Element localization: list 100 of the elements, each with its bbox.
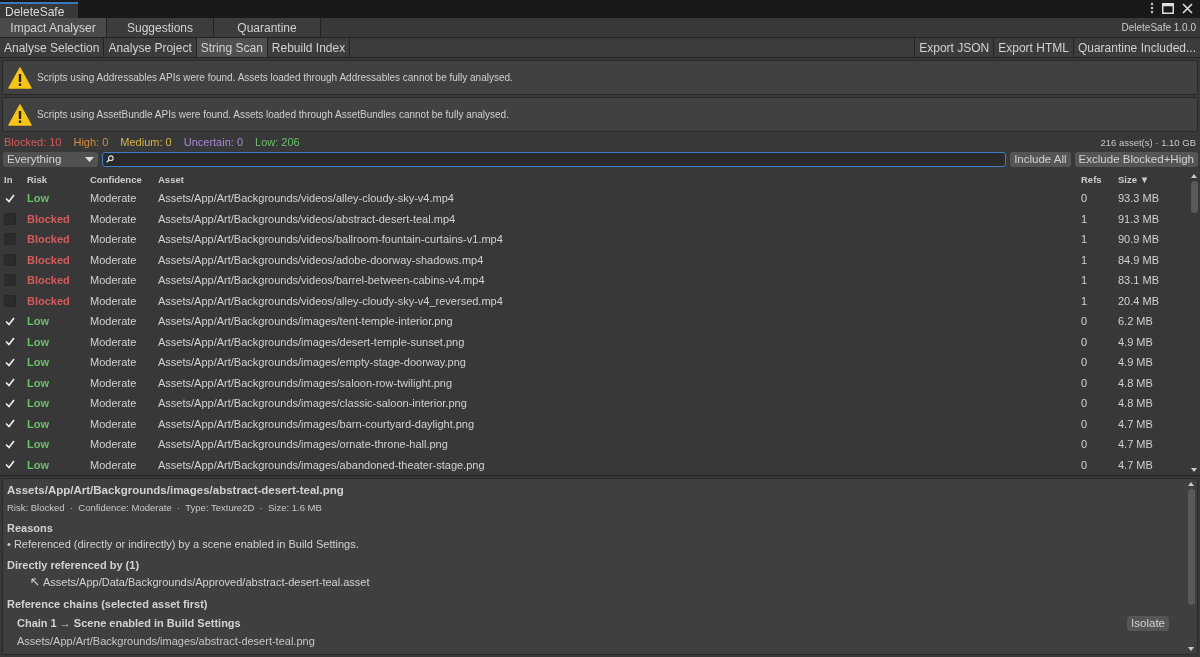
warning-icon <box>8 66 32 89</box>
size-cell-text: 90.9 MB <box>1118 233 1160 246</box>
size-cell-text: 4.9 MB <box>1118 356 1154 369</box>
warning-text: Scripts using Addressables APIs were found. Assets loaded through Addressables cannot be fully analysed. <box>37 72 513 83</box>
filter-button[interactable]: Include All <box>1010 151 1071 167</box>
chain-title: Chain 1 → Scene enabled in Build Settings <box>17 617 241 629</box>
scrollbar-thumb[interactable] <box>1190 181 1198 213</box>
asset-cell-text: Assets/App/Art/Backgrounds/videos/barrel-between-cabins-v4.mp4 <box>158 274 486 287</box>
risk-cell-text: Low <box>27 376 50 389</box>
version-label: DeleteSafe 1.0.0 <box>1121 22 1197 33</box>
size-cell-text: 4.8 MB <box>1118 397 1154 410</box>
close-icon[interactable] <box>1182 2 1193 14</box>
tab[interactable]: Quarantine <box>214 18 321 37</box>
asset-title: Assets/App/Art/Backgrounds/images/abstract-desert-teal.png <box>7 483 345 498</box>
refs-cell-text: 0 <box>1081 192 1089 205</box>
reason-text: • Referenced (directly or indirectly) by a scene enabled in Build Settings. <box>7 537 360 552</box>
risk-count: Medium: 0 <box>120 136 172 148</box>
column-header[interactable]: Size ▼ <box>1118 174 1188 186</box>
summary-text: 216 asset(s) · 1.10 GB <box>1100 136 1196 148</box>
refs-cell-text: 1 <box>1081 294 1089 307</box>
column-header[interactable]: In <box>0 174 27 186</box>
refs-cell-text: 0 <box>1081 397 1089 410</box>
tab[interactable]: Impact Analyser <box>0 18 107 37</box>
confidence-cell-text: Moderate <box>90 212 138 225</box>
maximize-icon[interactable] <box>1162 2 1174 14</box>
asset-cell-text: Assets/App/Art/Backgrounds/videos/alley-cloudy-sky-v4_reversed.mp4 <box>158 294 504 307</box>
risk-cell-text: Blocked <box>27 212 71 225</box>
filter-button[interactable]: Exclude Blocked+High <box>1074 151 1198 167</box>
tab[interactable]: Suggestions <box>107 18 214 37</box>
section-heading: Reasons <box>7 521 54 536</box>
column-header[interactable]: Refs <box>1081 174 1118 186</box>
confidence-cell-text: Moderate <box>90 274 138 287</box>
isolate-button[interactable]: Isolate <box>1127 615 1169 631</box>
toolbar-button[interactable]: String Scan <box>196 38 268 57</box>
risk-count: Uncertain: 0 <box>183 136 243 148</box>
confidence-cell-text: Moderate <box>90 417 138 430</box>
risk-cell-text: Low <box>27 458 50 471</box>
risk-cell-text: Low <box>27 335 50 348</box>
reference-link[interactable]: Assets/App/Data/Backgrounds/Approved/abstract-desert-teal.asset <box>43 576 370 588</box>
refs-cell-text: 0 <box>1081 335 1089 348</box>
filter-dropdown[interactable]: Everything <box>3 151 98 167</box>
size-cell-text: 6.2 MB <box>1118 315 1154 328</box>
meta-text: Risk: Blocked · Confidence: Moderate · Type: Texture2D · Size: 1.6 MB <box>7 501 322 513</box>
refs-cell-text: 0 <box>1081 356 1089 369</box>
refs-cell-text: 0 <box>1081 458 1089 471</box>
asset-cell-text: Assets/App/Art/Backgrounds/images/tent-temple-interior.png <box>158 315 454 328</box>
confidence-cell-text: Moderate <box>90 233 138 246</box>
column-header[interactable]: Risk <box>27 174 90 186</box>
confidence-cell-text: Moderate <box>90 192 138 205</box>
risk-cell-text: Low <box>27 192 50 205</box>
asset-cell-text: Assets/App/Art/Backgrounds/images/abandoned-theater-stage.png <box>158 458 486 471</box>
asset-cell-text: Assets/App/Art/Backgrounds/images/empty-stage-doorway.png <box>158 356 467 369</box>
asset-cell-text: Assets/App/Art/Backgrounds/videos/abstract-desert-teal.mp4 <box>158 212 457 225</box>
confidence-cell-text: Moderate <box>90 397 138 410</box>
refs-cell-text: 1 <box>1081 274 1089 287</box>
scroll-up-icon[interactable] <box>1191 174 1197 178</box>
window-title[interactable]: DeleteSafe <box>0 2 79 18</box>
asset-cell-text: Assets/App/Art/Backgrounds/images/ornate-throne-hall.png <box>158 438 449 451</box>
risk-count: High: 0 <box>73 136 109 148</box>
confidence-cell-text: Moderate <box>90 458 138 471</box>
asset-cell-text: Assets/App/Art/Backgrounds/videos/ballroom-fountain-curtains-v1.mp4 <box>158 233 504 246</box>
column-header[interactable]: Confidence <box>90 174 158 186</box>
search-field[interactable] <box>102 151 1007 167</box>
risk-count: Low: 206 <box>255 136 300 148</box>
scroll-down-icon[interactable] <box>1188 647 1194 651</box>
refs-cell-text: 1 <box>1081 253 1089 266</box>
asset-cell-text: Assets/App/Art/Backgrounds/images/classic-saloon-interior.png <box>158 397 468 410</box>
refs-cell-text: 1 <box>1081 233 1089 246</box>
section-heading: Reference chains (selected asset first) <box>7 597 209 612</box>
confidence-cell-text: Moderate <box>90 335 138 348</box>
caret-icon <box>85 156 94 162</box>
risk-count: Blocked: 10 <box>4 136 62 148</box>
risk-cell-text: Low <box>27 417 50 430</box>
size-cell-text: 4.7 MB <box>1118 438 1154 451</box>
risk-cell-text: Blocked <box>27 253 71 266</box>
size-cell-text: 4.8 MB <box>1118 376 1154 389</box>
confidence-cell-text: Moderate <box>90 315 138 328</box>
size-cell-text: 93.3 MB <box>1118 192 1160 205</box>
more-icon[interactable] <box>1150 2 1154 14</box>
asset-cell-text: Assets/App/Art/Backgrounds/videos/adobe-doorway-shadows.mp4 <box>158 253 485 266</box>
warning-icon <box>8 103 32 126</box>
refs-cell-text: 1 <box>1081 212 1089 225</box>
column-header[interactable]: Asset <box>158 174 1081 186</box>
refs-cell-text: 0 <box>1081 376 1089 389</box>
confidence-cell-text: Moderate <box>90 294 138 307</box>
risk-cell-text: Low <box>27 315 50 328</box>
warning-text: Scripts using AssetBundle APIs were found. Assets loaded through AssetBundles cannot be fully analysed. <box>37 109 509 120</box>
refs-cell-text: 0 <box>1081 438 1089 451</box>
scrollbar-thumb[interactable] <box>1187 489 1195 605</box>
scroll-up-icon[interactable] <box>1188 482 1194 486</box>
section-heading: Directly referenced by (1) <box>7 558 141 573</box>
size-cell-text: 84.9 MB <box>1118 253 1160 266</box>
scroll-down-icon[interactable] <box>1191 468 1197 472</box>
risk-cell-text: Low <box>27 438 50 451</box>
size-cell-text: 20.4 MB <box>1118 294 1160 307</box>
confidence-cell-text: Moderate <box>90 253 138 266</box>
chain-path: Assets/App/Art/Backgrounds/images/abstract-desert-teal.png <box>16 634 316 649</box>
risk-cell-text: Low <box>27 356 50 369</box>
refs-cell-text: 0 <box>1081 417 1089 430</box>
size-cell-text: 83.1 MB <box>1118 274 1160 287</box>
